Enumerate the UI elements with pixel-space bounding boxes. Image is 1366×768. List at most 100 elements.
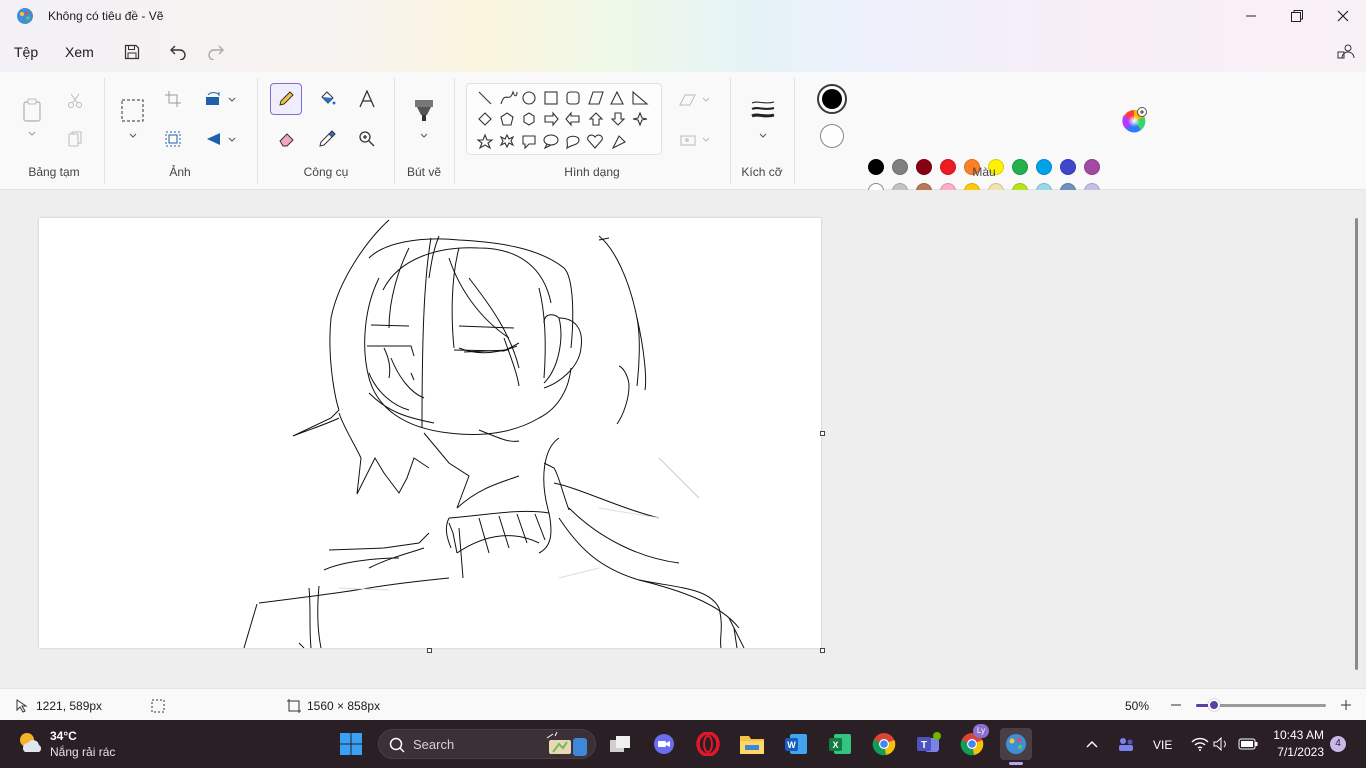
menu-file[interactable]: Tệp	[14, 44, 38, 60]
palette-color-swatch[interactable]	[892, 159, 908, 175]
clock-date[interactable]: 7/1/2023	[1272, 745, 1324, 759]
copy-button[interactable]	[64, 128, 86, 150]
paste-button[interactable]	[20, 96, 44, 124]
ribbon-separator	[730, 78, 731, 184]
size-dropdown[interactable]	[755, 130, 771, 142]
zoom-out-button[interactable]	[1168, 697, 1184, 713]
undo-icon	[170, 45, 186, 60]
brushes-button[interactable]	[410, 96, 438, 126]
zoom-level[interactable]: 50%	[1125, 699, 1149, 713]
edit-colors-button[interactable]	[1120, 106, 1148, 134]
color-picker-button[interactable]	[314, 126, 340, 152]
zoom-in-button[interactable]	[1338, 697, 1354, 713]
primary-color-button[interactable]	[817, 84, 847, 114]
paint-app-icon	[17, 8, 33, 24]
chevron-down-icon	[28, 131, 36, 136]
file-explorer-button[interactable]	[736, 728, 768, 760]
crop-button[interactable]	[162, 88, 184, 110]
color-wheel-icon	[1122, 107, 1147, 133]
paste-dropdown[interactable]	[24, 128, 40, 140]
undo-button[interactable]	[166, 40, 190, 64]
opera-icon	[696, 732, 720, 756]
eraser-icon	[279, 133, 294, 147]
opera-button[interactable]	[692, 728, 724, 760]
eyedropper-icon	[319, 130, 336, 147]
active-app-indicator	[1009, 762, 1023, 765]
select-button[interactable]	[120, 98, 146, 124]
pencil-icon	[279, 91, 294, 106]
flip-button[interactable]	[202, 128, 224, 150]
text-tool-button[interactable]	[354, 86, 380, 112]
rotate-button[interactable]	[202, 88, 224, 110]
drawing-canvas[interactable]	[39, 218, 821, 649]
flip-dropdown[interactable]	[226, 134, 238, 146]
close-icon	[1337, 10, 1349, 22]
zoom-slider-thumb[interactable]	[1208, 699, 1220, 711]
maximize-button[interactable]	[1274, 0, 1320, 32]
outline-dropdown[interactable]	[700, 94, 712, 106]
start-button[interactable]	[335, 728, 367, 760]
chrome-profile-button[interactable]: Ly	[956, 724, 989, 760]
excel-button[interactable]: X	[824, 728, 856, 760]
resize-handle-right[interactable]	[820, 431, 825, 436]
cut-button[interactable]	[64, 90, 86, 112]
fill-tool-button[interactable]	[314, 86, 340, 112]
redo-icon	[208, 45, 224, 60]
title-bar: Không có tiêu đề - Vẽ	[0, 0, 1366, 32]
clock-time[interactable]: 10:43 AM	[1272, 728, 1324, 742]
teams-button[interactable]: T	[912, 728, 944, 760]
shape-fill-dropdown[interactable]	[700, 134, 712, 146]
battery-button[interactable]	[1232, 728, 1264, 760]
teams-icon: T	[917, 732, 941, 752]
pencil-tool-button[interactable]	[270, 83, 302, 115]
save-button[interactable]	[120, 40, 144, 64]
palette-color-swatch[interactable]	[868, 159, 884, 175]
weather-temperature[interactable]: 34°C	[50, 729, 77, 743]
minimize-icon	[1246, 15, 1256, 17]
group-label-clipboard: Bảng tạm	[28, 165, 80, 179]
vertical-scrollbar[interactable]	[1355, 218, 1358, 670]
taskbar-search-box[interactable]: Search	[378, 729, 596, 759]
input-language[interactable]: VIE	[1153, 738, 1172, 752]
word-button[interactable]: W	[780, 728, 812, 760]
magnifier-button[interactable]	[354, 126, 380, 152]
palette-color-swatch[interactable]	[1060, 159, 1076, 175]
rotate-dropdown[interactable]	[226, 94, 238, 106]
menu-view[interactable]: Xem	[65, 44, 94, 60]
ribbon-separator	[454, 78, 455, 184]
resize-handle-bottom[interactable]	[427, 648, 432, 653]
paint-taskbar-button[interactable]	[1000, 728, 1032, 765]
shape-fill-button[interactable]	[676, 130, 700, 150]
zoom-slider[interactable]	[1196, 699, 1326, 711]
eraser-tool-button[interactable]	[274, 126, 300, 152]
outline-button[interactable]	[676, 90, 700, 110]
close-button[interactable]	[1320, 0, 1366, 32]
palette-color-swatch[interactable]	[916, 159, 932, 175]
select-dropdown[interactable]	[125, 130, 141, 142]
canvas-size-icon	[287, 699, 301, 713]
task-view-button[interactable]	[604, 728, 636, 760]
secondary-color-button[interactable]	[820, 124, 844, 148]
size-button[interactable]	[748, 98, 778, 122]
search-highlight-icon	[546, 732, 587, 756]
chevron-down-icon	[702, 97, 710, 102]
brushes-dropdown[interactable]	[416, 130, 432, 142]
notification-badge[interactable]: 4	[1330, 736, 1346, 752]
window-title: Không có tiêu đề - Vẽ	[48, 9, 164, 23]
minus-icon	[1171, 704, 1181, 706]
minimize-button[interactable]	[1228, 0, 1274, 32]
plus-icon	[1341, 700, 1351, 710]
ribbon-separator	[794, 78, 795, 184]
redo-button[interactable]	[204, 40, 228, 64]
show-hidden-icons-button[interactable]	[1076, 728, 1108, 760]
teams-tray-button[interactable]	[1110, 728, 1142, 760]
palette-color-swatch[interactable]	[1084, 159, 1100, 175]
excel-icon: X	[829, 734, 851, 754]
resize-handle-corner[interactable]	[820, 648, 825, 653]
chrome-button[interactable]	[868, 728, 900, 760]
weather-description[interactable]: Nắng rải rác	[50, 745, 115, 759]
account-settings-button[interactable]	[1334, 40, 1358, 64]
resize-button[interactable]	[162, 128, 184, 150]
meet-now-button[interactable]	[648, 728, 680, 760]
palette-color-swatch[interactable]	[1036, 159, 1052, 175]
